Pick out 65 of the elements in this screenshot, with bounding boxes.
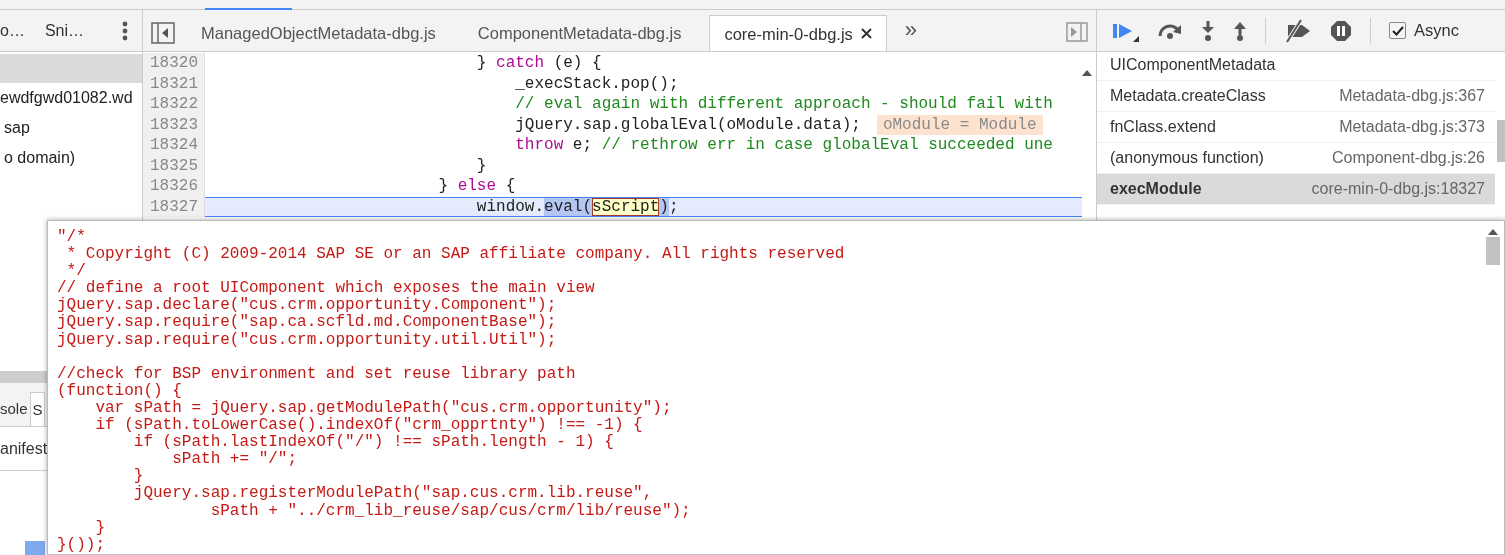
line-number: 18326 <box>143 176 205 197</box>
code-line: */ <box>66 263 87 281</box>
more-tabs-button[interactable]: » <box>900 15 922 51</box>
call-frame[interactable]: fnClass.extend Metadata-dbg.js:373 <box>1097 112 1495 143</box>
line-number: 18321 <box>143 73 205 94</box>
code-line: jQuery.sap.require("sap.ca.scfld.md.ComponentBase"); <box>57 314 558 332</box>
code-line: if (sPath.toLowerCase().indexOf("crm_opprtnty") !== -1) { <box>94 417 644 435</box>
code-line: } catch (e) { <box>475 53 603 74</box>
code-line: * Copyright (C) 2009-2014 SAP SE or an SAP affiliate company. All rights reserved <box>65 246 846 264</box>
code-line: }()); <box>57 536 106 554</box>
code-line: } <box>475 155 488 176</box>
panel-tab[interactable]: o… <box>0 18 25 43</box>
line-number: 18325 <box>143 155 205 176</box>
line-number: 18324 <box>143 135 205 156</box>
toggle-navigator-icon[interactable] <box>151 22 175 44</box>
code-line: //check for BSP environment and set reuse library path <box>57 365 577 383</box>
step-over-icon[interactable] <box>1157 22 1183 39</box>
line-number: 18320 <box>143 53 205 74</box>
file-tab[interactable]: ComponentMetadata-dbg.js <box>463 15 696 51</box>
deactivate-breakpoints-icon[interactable] <box>1284 18 1312 43</box>
code-line: jQuery.sap.require("cus.crm.opportunity.util.Util"); <box>57 331 558 349</box>
file-tab[interactable]: ManagedObjectMetadata-dbg.js <box>187 15 450 51</box>
async-label: Async <box>1414 20 1459 42</box>
progress-block <box>25 541 45 555</box>
code-line: } else { <box>437 176 517 197</box>
code-line: _execStack.pop(); <box>514 73 680 94</box>
code-line: sPath + "../crm_lib_reuse/sap/cus/crm/lib/reuse"); <box>209 502 692 520</box>
code-line: } <box>94 519 106 537</box>
panel-tab[interactable]: Sni… <box>44 18 85 43</box>
scrollbar-thumb[interactable] <box>1497 120 1505 162</box>
code-line: } <box>132 468 144 486</box>
inline-value: oModule = Module <box>876 114 1043 135</box>
code-line: jQuery.sap.declare("cus.crm.opportunity.Component"); <box>57 297 558 315</box>
pause-icon[interactable] <box>1330 19 1352 42</box>
toggle-debugger-icon[interactable] <box>1066 21 1088 42</box>
async-checkbox[interactable] <box>1389 22 1406 39</box>
code-line: (function() { <box>57 382 183 400</box>
code-line: // eval again with different approach - should fail with <box>514 94 1054 115</box>
code-line: var sPath = jQuery.sap.getModulePath("cus.crm.opportunity"); <box>94 399 673 417</box>
call-frame[interactable]: Metadata.createClass Metadata-dbg.js:367 <box>1097 81 1495 112</box>
code-line: throw e; // rethrow err in case globalEval succeeded une <box>514 135 1054 156</box>
scrollbar-thumb[interactable] <box>1485 237 1500 265</box>
step-into-icon[interactable] <box>1201 20 1215 41</box>
close-icon[interactable] <box>860 28 872 39</box>
scroll-up-icon[interactable] <box>1487 229 1498 235</box>
code-line: // define a root UIComponent which exposes the main view <box>57 280 596 298</box>
tree-item[interactable]: sap <box>0 113 142 143</box>
code-line: jQuery.sap.registerModulePath("sap.cus.crm.lib.reuse", <box>132 485 654 503</box>
file-tab[interactable]: core-min-0-dbg.js <box>709 15 887 51</box>
tree-item[interactable]: ewdfgwd01082.wd <box>0 83 142 113</box>
more-options-icon[interactable] <box>122 20 128 41</box>
drawer-tab[interactable]: S <box>29 392 45 426</box>
call-frame[interactable]: execModule core-min-0-dbg.js:18327 <box>1097 174 1495 205</box>
drawer-tab[interactable]: sole <box>0 392 30 426</box>
line-number: 18327 <box>143 196 205 217</box>
code-line: sPath += "/"; <box>171 451 299 469</box>
line-number: 18323 <box>143 114 205 135</box>
code-line: jQuery.sap.globalEval(oModule.data); oModule = Module <box>205 114 1082 135</box>
code-line: "/* <box>57 229 87 246</box>
call-frame[interactable]: UIComponentMetadata <box>1097 52 1495 81</box>
step-out-icon[interactable] <box>1233 20 1247 41</box>
tree-item[interactable]: o domain) <box>0 143 142 173</box>
code-line: if (sPath.lastIndexOf("/") !== sPath.length - 1) { <box>132 434 615 452</box>
scroll-up-icon[interactable] <box>1082 69 1092 76</box>
line-number: 18322 <box>143 94 205 115</box>
